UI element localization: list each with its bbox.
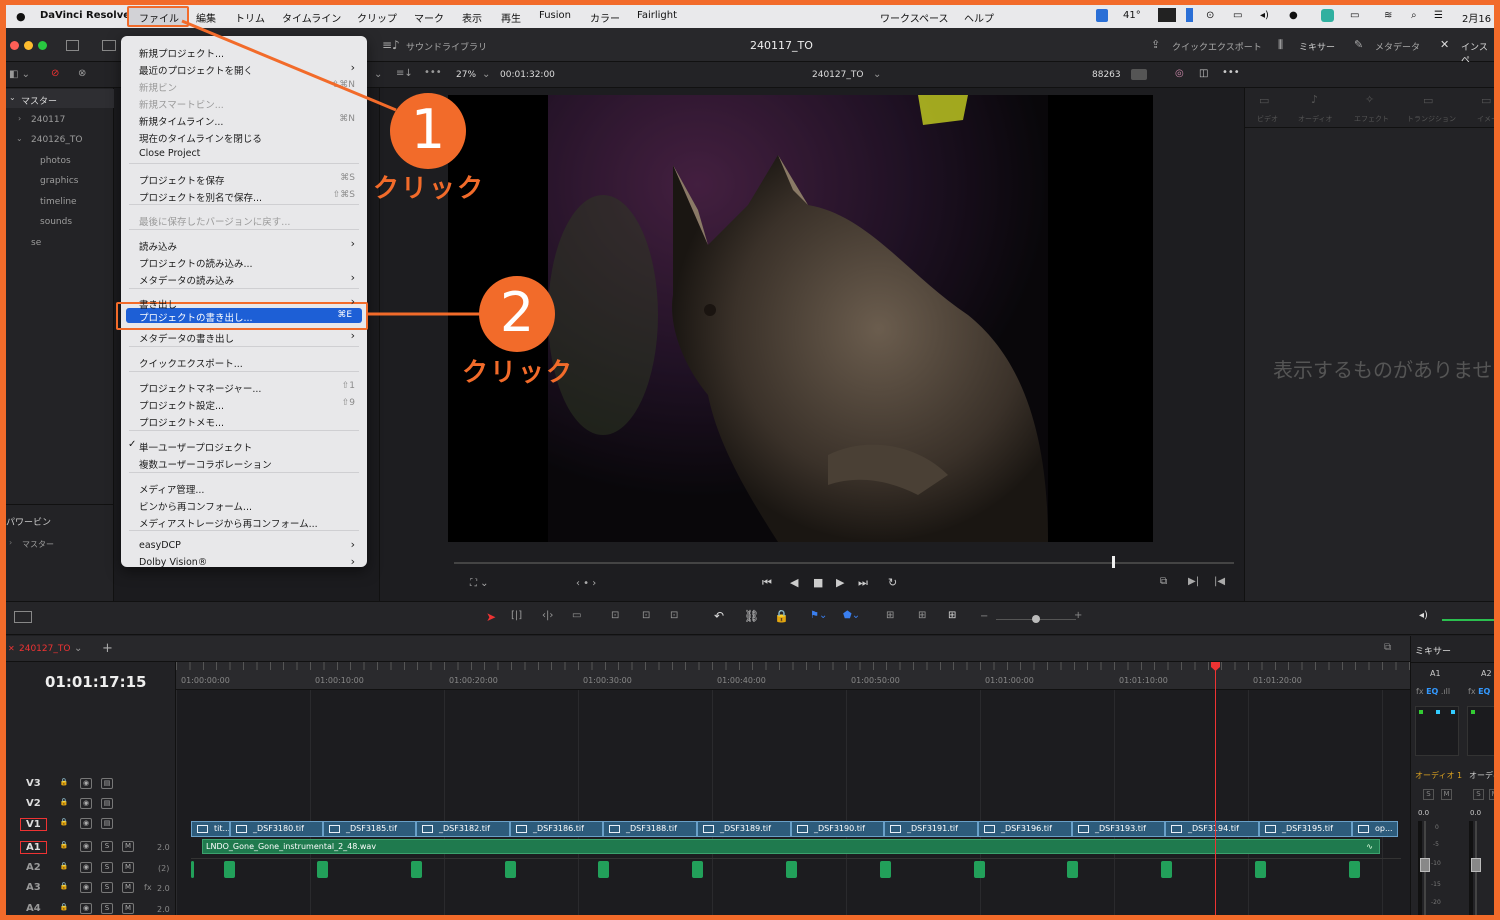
step-2-badge: 2 <box>479 276 555 352</box>
step-1-badge: 1 <box>390 93 466 169</box>
annotation-arrows <box>181 19 484 316</box>
step-2-label: クリック <box>462 358 575 388</box>
step-1-label: クリック <box>373 174 486 204</box>
app-window: ● DaVinci Resolve ファイル 編集 トリム タイムライン クリッ… <box>6 5 1494 915</box>
